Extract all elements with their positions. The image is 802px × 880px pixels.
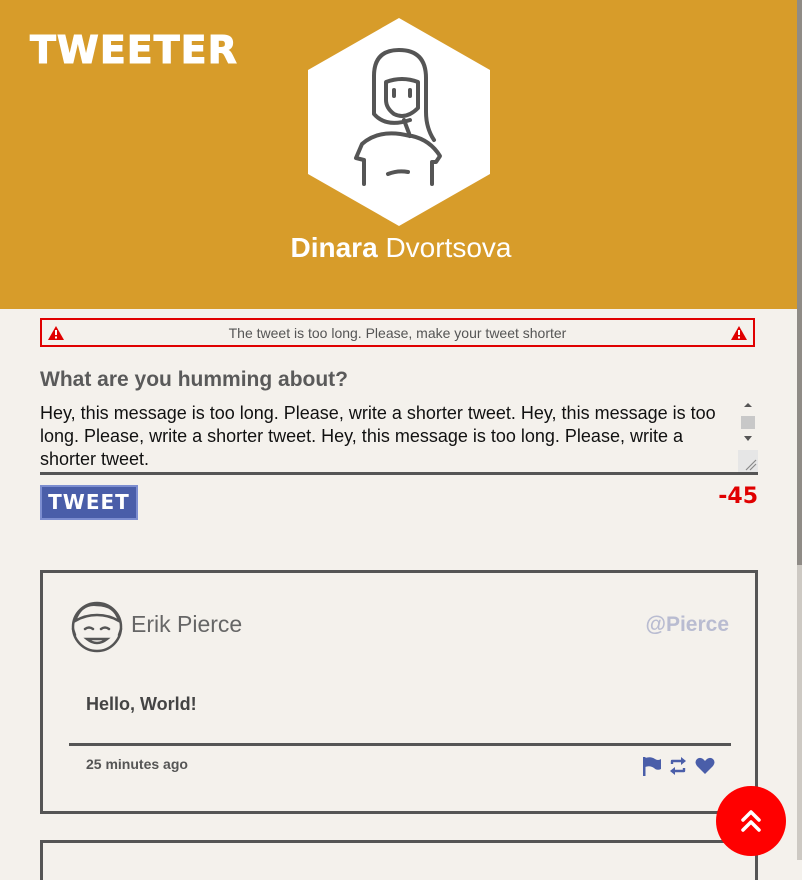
retweet-icon[interactable]: [668, 756, 688, 776]
character-counter: -45: [718, 484, 758, 509]
app-logo: TWEETER: [30, 28, 238, 73]
compose-label: What are you humming about?: [40, 368, 348, 391]
textarea-scrollbar[interactable]: [738, 402, 758, 472]
page-scrollbar-thumb[interactable]: [797, 0, 802, 565]
tweet-actions: [639, 755, 715, 777]
heart-icon[interactable]: [695, 756, 715, 776]
tweet-button[interactable]: TWEET: [40, 485, 138, 520]
profile-last-name: Dvortsova: [385, 232, 512, 263]
profile-header: TWEETER Dinara Dvortsova: [0, 0, 802, 309]
flag-icon[interactable]: [641, 756, 661, 776]
man-avatar-icon: [71, 601, 123, 653]
profile-first-name: Dinara: [290, 232, 378, 263]
warning-icon: [731, 326, 747, 340]
tweet-card: Erik Pierce @Pierce Hello, World! 25 min…: [40, 570, 758, 814]
tweet-card: [40, 840, 758, 880]
compose-underline: [40, 472, 758, 475]
tweet-author-handle: @Pierce: [645, 613, 729, 636]
woman-avatar-icon: [308, 18, 490, 226]
error-banner: The tweet is too long. Please, make your…: [40, 318, 755, 347]
tweet-content: Hello, World!: [86, 694, 197, 714]
tweet-timestamp: 25 minutes ago: [86, 756, 188, 772]
profile-name: Dinara Dvortsova: [0, 232, 802, 264]
tweet-divider: [69, 743, 731, 746]
tweet-textarea[interactable]: Hey, this message is too long. Please, w…: [40, 402, 730, 472]
double-chevron-up-icon: [741, 810, 761, 832]
scroll-to-top-button[interactable]: [716, 786, 786, 856]
tweet-author-name: Erik Pierce: [131, 611, 243, 637]
error-message: The tweet is too long. Please, make your…: [228, 325, 567, 341]
